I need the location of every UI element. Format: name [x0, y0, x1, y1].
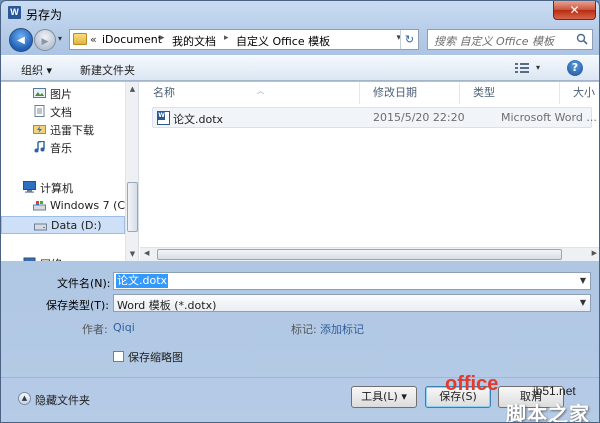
sidebar-item-label: 文档	[50, 106, 72, 119]
filetype-label: 保存类型(T):	[45, 299, 109, 312]
sidebar-item-thunder-download[interactable]: 迅雷下载	[1, 120, 125, 138]
thunder-download-icon	[33, 125, 46, 134]
back-button[interactable]: ◀	[9, 28, 33, 52]
sidebar-item-label: 计算机	[40, 182, 73, 195]
close-button[interactable]: ✕	[553, 1, 596, 20]
folder-icon	[73, 33, 87, 45]
navigation-pane: 图片 文档 迅雷下载 音乐 计算机 Windows 7 (C:) Data (D…	[1, 82, 139, 261]
column-header-modified[interactable]: 修改日期	[360, 82, 460, 104]
tags-label: 标记:	[291, 323, 317, 336]
breadcrumb-office-templates[interactable]: 自定义 Office 模板	[236, 33, 330, 49]
sidebar-item-label: Data (D:)	[51, 219, 102, 232]
table-row[interactable]: 论文.dotx 2015/5/20 22:20 Microsoft Word .…	[152, 107, 597, 128]
forward-button[interactable]: ▶	[34, 29, 56, 51]
word-template-icon	[157, 111, 170, 125]
search-icon[interactable]	[576, 33, 588, 45]
scroll-up-icon[interactable]: ▲	[126, 85, 139, 93]
save-thumbnail-checkbox[interactable]	[113, 351, 124, 362]
column-header-type[interactable]: 类型	[460, 82, 560, 104]
sidebar-scrollbar[interactable]: ▲ ▼	[125, 82, 138, 261]
filetype-dropdown-icon[interactable]: ▼	[580, 298, 586, 307]
address-bar[interactable]: « iDocument ▸ 我的文档 ▸ 自定义 Office 模板 ▾ ↻	[69, 29, 419, 50]
collapse-icon[interactable]: ▲	[18, 392, 31, 405]
filetype-value: Word 模板 (*.dotx)	[117, 299, 217, 312]
scroll-right-icon[interactable]: ▶	[592, 249, 597, 257]
recent-pages-button[interactable]: ▾	[58, 34, 68, 44]
forward-arrow-icon: ▶	[41, 37, 49, 47]
command-toolbar: 组织 ▾ 新建文件夹 ▾ ?	[1, 55, 599, 81]
search-placeholder: 搜索 自定义 Office 模板	[434, 35, 554, 48]
drive-icon	[33, 201, 46, 211]
window-title: 另存为	[26, 8, 63, 22]
tags-field[interactable]: 添加标记	[320, 321, 364, 337]
scroll-down-icon[interactable]: ▼	[126, 250, 139, 258]
breadcrumb-my-documents[interactable]: 我的文档	[172, 33, 216, 49]
filetype-select[interactable]: Word 模板 (*.dotx) ▼	[113, 294, 591, 312]
site-watermark: jb51.net	[533, 384, 576, 398]
organize-menu[interactable]: 组织 ▾	[21, 62, 52, 78]
author-field[interactable]: Qiqi	[113, 321, 135, 334]
computer-icon	[23, 181, 36, 193]
sidebar-item-network[interactable]: 网络	[1, 254, 125, 261]
back-arrow-icon: ◀	[17, 35, 25, 46]
scroll-left-icon[interactable]: ◀	[144, 249, 149, 257]
refresh-button[interactable]: ↻	[400, 30, 418, 49]
hide-folders-button[interactable]: 隐藏文件夹	[35, 392, 90, 408]
sort-caret-icon: ︿	[257, 87, 264, 95]
new-folder-button[interactable]: 新建文件夹	[80, 62, 135, 78]
help-icon[interactable]: ?	[567, 60, 583, 76]
music-icon	[34, 141, 45, 153]
search-box[interactable]: 搜索 自定义 Office 模板	[427, 29, 593, 50]
sidebar-item-pictures[interactable]: 图片	[1, 84, 125, 102]
view-dropdown-icon[interactable]: ▾	[536, 63, 540, 72]
scrollbar-thumb[interactable]	[157, 249, 562, 260]
filename-input[interactable]: 论文.dotx ▼	[113, 272, 591, 290]
browser-area: 图片 文档 迅雷下载 音乐 计算机 Windows 7 (C:) Data (D…	[1, 82, 599, 261]
filename-label: 文件名(N):	[57, 277, 111, 290]
sidebar-item-label: Windows 7 (C:)	[50, 199, 134, 212]
drive-icon	[34, 223, 47, 231]
sidebar-item-label: 网络	[40, 256, 62, 261]
filename-dropdown-icon[interactable]: ▼	[580, 276, 586, 285]
file-list: 名称︿ 修改日期 类型 大小 论文.dotx 2015/5/20 22:20 M…	[140, 82, 599, 261]
word-app-icon: W	[8, 6, 21, 19]
sidebar-item-label: 迅雷下载	[50, 124, 94, 137]
tools-button[interactable]: 工具(L) ▾	[351, 386, 417, 408]
column-header-size[interactable]: 大小	[560, 82, 599, 104]
column-header-name[interactable]: 名称 ︿	[140, 82, 360, 104]
breadcrumb-separator-icon[interactable]: ▸	[160, 33, 165, 43]
author-label: 作者:	[82, 323, 108, 336]
footer-divider	[1, 377, 599, 378]
view-options-icon[interactable]	[515, 62, 529, 74]
file-name: 论文.dotx	[173, 113, 224, 126]
breadcrumb-idocument[interactable]: iDocument	[102, 33, 162, 46]
refresh-icon: ↻	[404, 33, 415, 46]
breadcrumb-separator-icon[interactable]: ▸	[224, 33, 229, 43]
sidebar-item-music[interactable]: 音乐	[1, 138, 125, 156]
scrollbar-thumb[interactable]	[127, 182, 138, 232]
save-thumbnail-label[interactable]: 保存缩略图	[128, 349, 183, 365]
brand-watermark: 脚本之家	[506, 402, 590, 423]
filename-value[interactable]: 论文.dotx	[116, 274, 169, 288]
file-list-scrollbar[interactable]: ◀ ▶	[140, 247, 599, 261]
breadcrumb-overflow[interactable]: «	[90, 33, 97, 46]
network-icon	[23, 257, 36, 261]
title-bar: W 另存为 ✕	[1, 1, 599, 25]
sidebar-item-windows-c[interactable]: Windows 7 (C:)	[1, 197, 133, 215]
file-type: Microsoft Word ...	[501, 111, 597, 124]
sidebar-item-data-d[interactable]: Data (D:)	[1, 216, 125, 234]
sidebar-item-documents[interactable]: 文档	[1, 102, 125, 120]
office-watermark: office	[445, 373, 499, 395]
file-modified: 2015/5/20 22:20	[373, 111, 465, 124]
save-as-dialog: W 另存为 ✕ ◀ ▶ ▾ « iDocument ▸ 我的文档 ▸ 自定义 O…	[0, 0, 600, 423]
sidebar-item-label: 音乐	[50, 142, 72, 155]
sidebar-item-computer[interactable]: 计算机	[1, 178, 125, 196]
sidebar-item-label: 图片	[50, 88, 72, 101]
pictures-icon	[33, 88, 46, 98]
documents-icon	[34, 105, 45, 117]
